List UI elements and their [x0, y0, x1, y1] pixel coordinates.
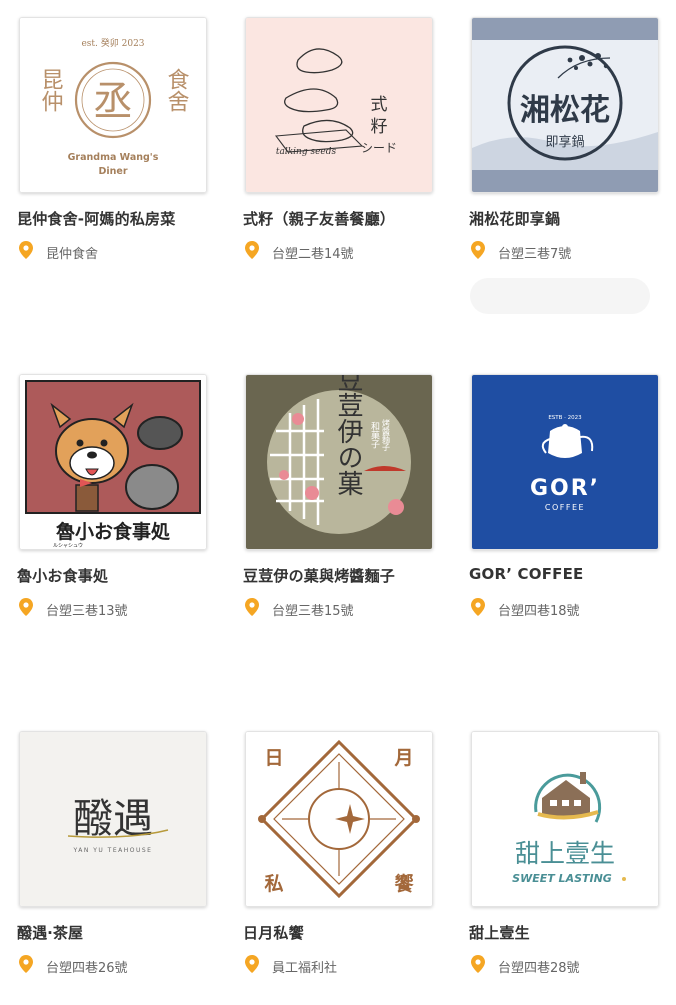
restaurant-name[interactable]: GOR’ COFFEE	[469, 565, 583, 583]
svg-text:ESTB · 2023: ESTB · 2023	[548, 415, 582, 421]
svg-text:talking seeds: talking seeds	[276, 147, 337, 157]
map-pin-icon	[19, 955, 33, 973]
restaurant-logo[interactable]: 甜上壹生 SWEET LASTING	[471, 731, 659, 907]
restaurant-address: 台塑四巷28號	[498, 961, 580, 976]
svg-text:烤醬麵子: 烤醬麵子	[382, 418, 391, 451]
svg-text:日: 日	[264, 747, 283, 769]
map-pin-icon	[245, 241, 259, 259]
restaurant-name[interactable]: 豆荳伊の菓與烤醬麵子	[243, 565, 395, 586]
riyue-sixiang-logo-image: 日 月 私 饗	[246, 732, 432, 906]
svg-text:甜上壹生: 甜上壹生	[515, 839, 615, 868]
svg-text:est. 癸卯 2023: est. 癸卯 2023	[81, 37, 144, 49]
restaurant-logo[interactable]: talking seeds 式 籽 シード	[245, 17, 433, 193]
restaurant-name[interactable]: 式籽（親子友善餐廳）	[243, 208, 395, 229]
loading-placeholder	[470, 278, 650, 314]
svg-text:Grandma Wang's: Grandma Wang's	[68, 152, 159, 163]
kunzhong-logo-image: est. 癸卯 2023 丞 昆仲 食舍 Grandma Wang's Dine…	[20, 18, 206, 192]
restaurant-logo[interactable]: 湘松花 即享鍋	[471, 17, 659, 193]
restaurant-logo[interactable]: ESTB · 2023 GOR’ COFFEE	[471, 374, 659, 550]
map-pin-icon	[471, 598, 485, 616]
doudouyi-logo-image: 豆荳伊の菓 和菓子 烤醬麵子	[246, 375, 432, 549]
xiangsonghua-logo-image: 湘松花 即享鍋	[472, 18, 658, 192]
restaurant-logo[interactable]: est. 癸卯 2023 丞 昆仲 食舍 Grandma Wang's Dine…	[19, 17, 207, 193]
restaurant-address: 台塑三巷13號	[46, 604, 128, 619]
restaurant-logo[interactable]: 豆荳伊の菓 和菓子 烤醬麵子	[245, 374, 433, 550]
svg-text:COFFEE: COFFEE	[545, 503, 585, 512]
svg-text:私: 私	[264, 873, 283, 895]
svg-text:丞: 丞	[93, 79, 133, 125]
restaurant-address: 昆仲食舍	[46, 247, 99, 262]
restaurant-name[interactable]: 湘松花即享鍋	[469, 208, 560, 229]
restaurant-address: 台塑二巷14號	[272, 247, 354, 262]
svg-text:魯小お食事処: 魯小お食事処	[55, 520, 170, 543]
restaurant-address: 台塑三巷7號	[498, 247, 572, 262]
svg-text:昆仲: 昆仲	[38, 68, 64, 112]
yanyu-teahouse-logo-image: 醱遇 YAN YU TEAHOUSE	[20, 732, 206, 906]
map-pin-icon	[245, 598, 259, 616]
restaurant-logo[interactable]: 日 月 私 饗	[245, 731, 433, 907]
map-pin-icon	[471, 955, 485, 973]
restaurant-logo[interactable]: 魯小お食事処 ルシャシュウ	[19, 374, 207, 550]
restaurant-name[interactable]: 甜上壹生	[469, 922, 530, 943]
svg-text:ルシャシュウ: ルシャシュウ	[53, 542, 83, 549]
svg-text:饗: 饗	[394, 872, 414, 895]
restaurant-logo[interactable]: 醱遇 YAN YU TEAHOUSE	[19, 731, 207, 907]
svg-text:食舍: 食舍	[164, 68, 190, 112]
svg-text:SWEET LASTING: SWEET LASTING	[512, 872, 612, 885]
restaurant-address: 台塑三巷15號	[272, 604, 354, 619]
restaurant-name[interactable]: 昆仲食舍-阿媽的私房菜	[17, 208, 175, 229]
restaurant-address: 台塑四巷26號	[46, 961, 128, 976]
svg-text:籽: 籽	[371, 117, 388, 137]
svg-text:YAN YU TEAHOUSE: YAN YU TEAHOUSE	[73, 847, 153, 854]
svg-text:式: 式	[371, 95, 388, 115]
map-pin-icon	[19, 598, 33, 616]
luxiao-logo-image: 魯小お食事処 ルシャシュウ	[20, 375, 206, 549]
restaurant-address: 台塑四巷18號	[498, 604, 580, 619]
svg-text:シード: シード	[361, 141, 397, 155]
restaurant-name[interactable]: 魯小お食事処	[17, 565, 108, 586]
svg-text:和菓子: 和菓子	[369, 421, 380, 448]
svg-text:月: 月	[393, 747, 413, 769]
map-pin-icon	[471, 241, 485, 259]
talking-seeds-logo-image: talking seeds 式 籽 シード	[246, 18, 432, 192]
map-pin-icon	[245, 955, 259, 973]
svg-text:湘松花: 湘松花	[520, 93, 610, 128]
map-pin-icon	[19, 241, 33, 259]
restaurant-name[interactable]: 日月私饗	[243, 922, 304, 943]
gor-coffee-logo-image: ESTB · 2023 GOR’ COFFEE	[472, 375, 658, 549]
svg-text:GOR’: GOR’	[530, 476, 600, 501]
svg-text:豆荳伊の菓: 豆荳伊の菓	[333, 375, 363, 496]
svg-text:即享鍋: 即享鍋	[545, 134, 584, 150]
restaurant-name[interactable]: 醱遇‧茶屋	[17, 922, 83, 943]
sweet-lasting-logo-image: 甜上壹生 SWEET LASTING	[472, 732, 658, 906]
svg-text:Diner: Diner	[98, 166, 127, 177]
restaurant-address: 員工福利社	[272, 961, 338, 976]
